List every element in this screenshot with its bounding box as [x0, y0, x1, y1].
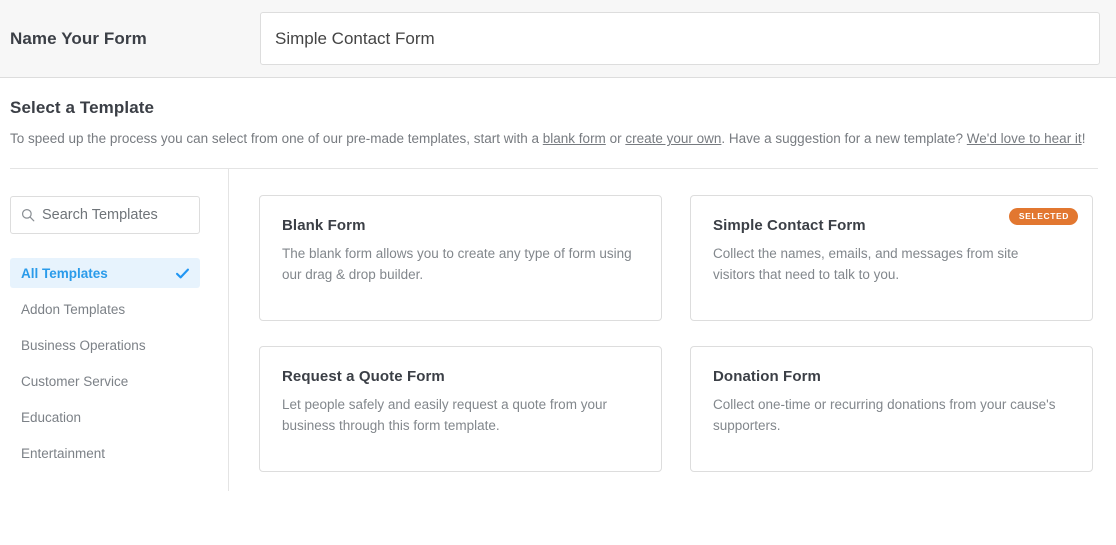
- selected-badge: SELECTED: [1008, 208, 1078, 225]
- check-icon: [175, 268, 190, 278]
- template-grid: Blank Form The blank form allows you to …: [229, 169, 1116, 491]
- form-name-input[interactable]: [260, 12, 1100, 65]
- search-input[interactable]: [42, 207, 229, 223]
- intro-text-1: To speed up the process you can select f…: [10, 131, 543, 146]
- blank-form-link[interactable]: blank form: [543, 131, 606, 146]
- intro-text-2: or: [605, 131, 626, 146]
- sidebar-item-education[interactable]: Education: [10, 402, 200, 432]
- sidebar-item-all-templates[interactable]: All Templates: [10, 258, 200, 288]
- form-name-bar: Name Your Form: [0, 0, 1116, 78]
- page-title: Select a Template: [10, 98, 155, 117]
- sidebar-item-label: Addon Templates: [21, 301, 126, 317]
- templates-body: All Templates Addon Templates Business O…: [0, 169, 1116, 491]
- sidebar-item-label: Customer Service: [21, 373, 129, 389]
- search-templates-box[interactable]: [10, 196, 229, 234]
- templates-sidebar: All Templates Addon Templates Business O…: [0, 169, 229, 491]
- template-description: Collect the names, emails, and messages …: [713, 246, 1019, 282]
- intro-description: To speed up the process you can select f…: [10, 127, 1088, 151]
- intro-text-3: . Have a suggestion for a new template?: [721, 131, 967, 146]
- template-card-blank-form[interactable]: Blank Form The blank form allows you to …: [259, 195, 662, 321]
- template-card-request-a-quote-form[interactable]: Request a Quote Form Let people safely a…: [259, 346, 662, 472]
- category-list: All Templates Addon Templates Business O…: [10, 258, 200, 468]
- sidebar-item-label: Entertainment: [21, 445, 106, 461]
- sidebar-item-label: Education: [21, 409, 82, 425]
- suggest-template-link[interactable]: We'd love to hear it: [967, 131, 1082, 146]
- template-title: Blank Form: [282, 217, 366, 234]
- sidebar-item-entertainment[interactable]: Entertainment: [10, 438, 200, 468]
- form-name-label: Name Your Form: [10, 28, 147, 48]
- template-card-donation-form[interactable]: Donation Form Collect one-time or recurr…: [690, 346, 1093, 472]
- template-description: Let people safely and easily request a q…: [282, 397, 607, 433]
- template-description: The blank form allows you to create any …: [282, 246, 632, 282]
- template-description: Collect one-time or recurring donations …: [713, 397, 1056, 433]
- select-template-section: Select a Template To speed up the proces…: [0, 78, 1116, 151]
- sidebar-item-label: Business Operations: [21, 337, 146, 353]
- template-card-simple-contact-form[interactable]: SELECTED Simple Contact Form Collect the…: [690, 195, 1093, 321]
- search-icon: [21, 208, 35, 222]
- create-your-own-link[interactable]: create your own: [625, 131, 721, 146]
- sidebar-item-addon-templates[interactable]: Addon Templates: [10, 294, 200, 324]
- sidebar-item-business-operations[interactable]: Business Operations: [10, 330, 200, 360]
- template-title: Donation Form: [713, 368, 821, 385]
- sidebar-item-customer-service[interactable]: Customer Service: [10, 366, 200, 396]
- template-title: Request a Quote Form: [282, 368, 445, 385]
- sidebar-item-label: All Templates: [21, 265, 108, 281]
- intro-text-4: !: [1081, 131, 1086, 146]
